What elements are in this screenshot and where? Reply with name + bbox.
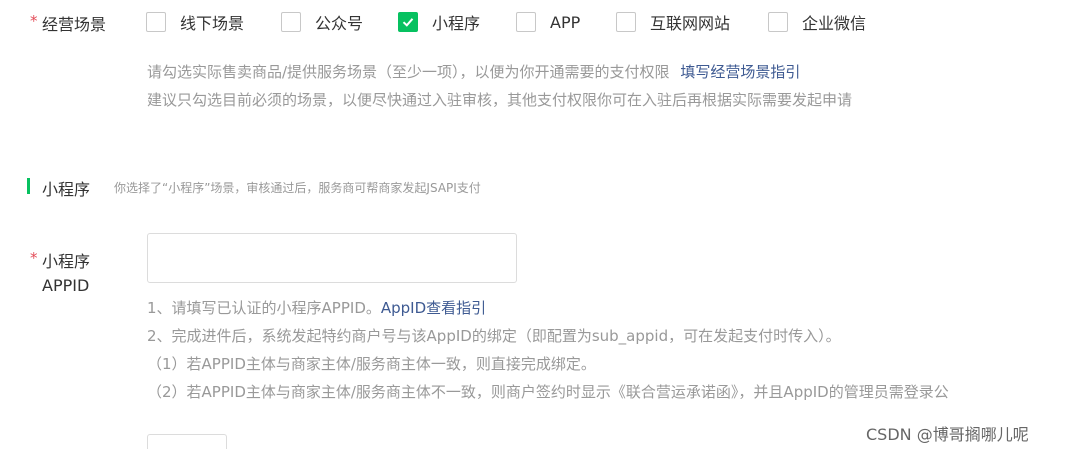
option-label: 企业微信 — [802, 14, 867, 33]
option-label: 公众号 — [315, 14, 364, 33]
appid-note-2: 2、完成进件后，系统发起特约商户号与该AppID的绑定（即配置为sub_appi… — [147, 327, 841, 345]
check-icon — [402, 18, 414, 27]
option-label: APP — [550, 12, 581, 32]
checkbox[interactable] — [616, 12, 636, 32]
appid-note-1: 1、请填写已认证的小程序APPID。AppID查看指引 — [147, 297, 486, 318]
appid-input[interactable] — [147, 233, 517, 283]
appid-label-line1: 小程序 — [42, 252, 91, 271]
section-title: 小程序 — [42, 180, 91, 199]
next-field-input[interactable] — [147, 434, 227, 449]
option-offline[interactable]: 线下场景 — [146, 10, 281, 34]
option-label: 线下场景 — [180, 14, 245, 33]
appid-label-line2: APPID — [42, 276, 90, 295]
section-desc: 你选择了“小程序”场景，审核通过后，服务商可帮商家发起JSAPI支付 — [114, 181, 481, 195]
checkbox[interactable] — [516, 12, 536, 32]
option-label: 小程序 — [432, 14, 481, 33]
hint-text: 请勾选实际售卖商品/提供服务场景（至少一项），以便为你开通需要的支付权限 — [147, 63, 670, 81]
scene-hint-1: 请勾选实际售卖商品/提供服务场景（至少一项），以便为你开通需要的支付权限 填写经… — [147, 61, 800, 82]
checkbox-checked[interactable] — [398, 12, 418, 32]
option-mini-program[interactable]: 小程序 — [398, 10, 516, 34]
checkbox[interactable] — [281, 12, 301, 32]
appid-guide-link[interactable]: AppID查看指引 — [381, 299, 486, 317]
option-website[interactable]: 互联网网站 — [616, 10, 768, 34]
option-wecom[interactable]: 企业微信 — [768, 10, 866, 34]
appid-note-4: （2）若APPID主体与商家主体/服务商主体不一致，则商户签约时显示《联合营运承… — [147, 383, 949, 401]
scene-label: 经营场景 — [42, 15, 107, 34]
watermark: CSDN @博哥搁哪儿呢 — [866, 425, 1029, 444]
option-label: 互联网网站 — [650, 14, 731, 33]
scene-guide-link[interactable]: 填写经营场景指引 — [680, 63, 800, 81]
checkbox[interactable] — [146, 12, 166, 32]
section-accent-bar — [27, 178, 30, 194]
scene-options: 线下场景 公众号 小程序 APP 互联网网站 企业微信 — [146, 10, 866, 34]
appid-note-3: （1）若APPID主体与商家主体/服务商主体一致，则直接完成绑定。 — [147, 355, 596, 373]
scene-hint-2: 建议只勾选目前必须的场景，以便尽快通过入驻审核，其他支付权限你可在入驻后再根据实… — [147, 91, 853, 109]
required-mark: * — [30, 12, 38, 30]
option-app[interactable]: APP — [516, 12, 616, 32]
note-text: 1、请填写已认证的小程序APPID。 — [147, 299, 381, 317]
option-official-account[interactable]: 公众号 — [281, 10, 398, 34]
required-mark: * — [30, 249, 38, 267]
checkbox[interactable] — [768, 12, 788, 32]
